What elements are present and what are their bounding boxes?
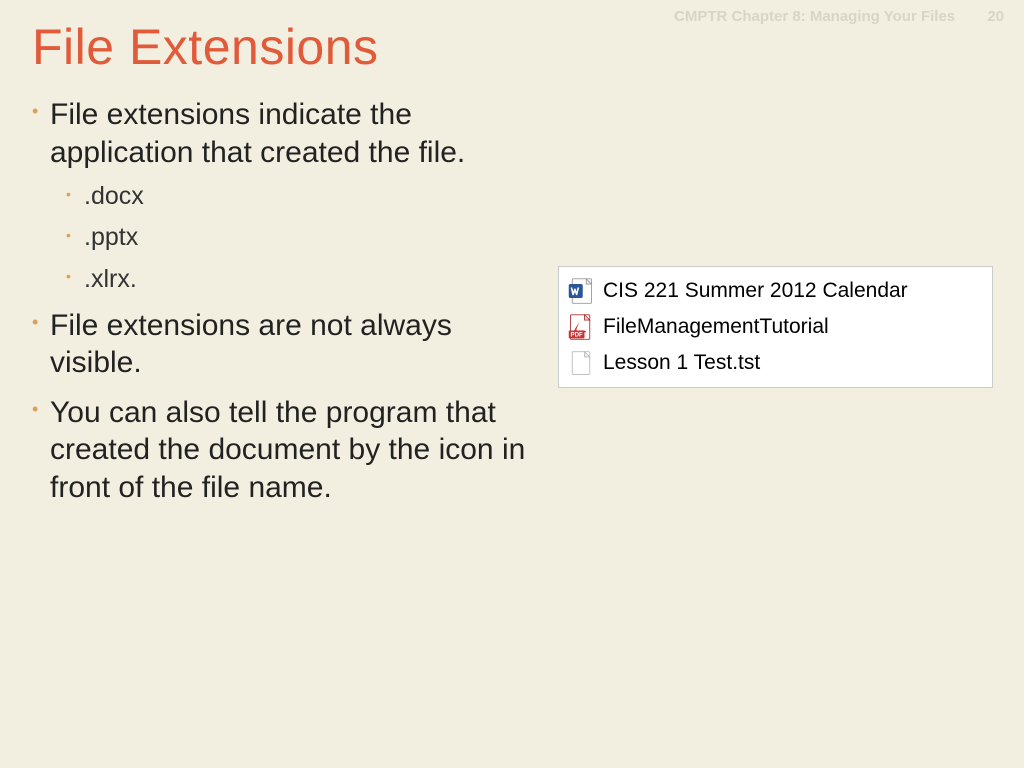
file-name: Lesson 1 Test.tst xyxy=(603,351,760,375)
file-row-generic: Lesson 1 Test.tst xyxy=(567,345,984,381)
word-doc-icon xyxy=(567,277,595,305)
sub-bullet-item: .docx xyxy=(50,181,538,212)
chapter-label: CMPTR Chapter 8: Managing Your Files xyxy=(674,8,955,25)
sub-bullet-item: .pptx xyxy=(50,222,538,253)
file-name: CIS 221 Summer 2012 Calendar xyxy=(603,279,908,303)
file-row-word: CIS 221 Summer 2012 Calendar xyxy=(567,273,984,309)
bullet-item: File extensions indicate the application… xyxy=(28,96,538,295)
bullet-text: File extensions indicate the application… xyxy=(50,98,465,169)
svg-text:PDF: PDF xyxy=(571,332,583,339)
file-name: FileManagementTutorial xyxy=(603,315,829,339)
bullet-column: File extensions indicate the application… xyxy=(28,96,538,518)
bullet-item: You can also tell the program that creat… xyxy=(28,394,538,507)
blank-file-icon xyxy=(567,349,595,377)
slide-content: File extensions indicate the application… xyxy=(0,86,1024,518)
slide-header: CMPTR Chapter 8: Managing Your Files 20 xyxy=(674,8,1004,25)
page-number: 20 xyxy=(987,8,1004,25)
file-row-pdf: PDF FileManagementTutorial xyxy=(567,309,984,345)
file-list: CIS 221 Summer 2012 Calendar PDF FileMan… xyxy=(558,266,993,388)
bullet-item: File extensions are not always visible. xyxy=(28,307,538,382)
pdf-icon: PDF xyxy=(567,313,595,341)
sub-bullet-item: .xlrx. xyxy=(50,264,538,295)
example-panel: CIS 221 Summer 2012 Calendar PDF FileMan… xyxy=(558,266,993,518)
